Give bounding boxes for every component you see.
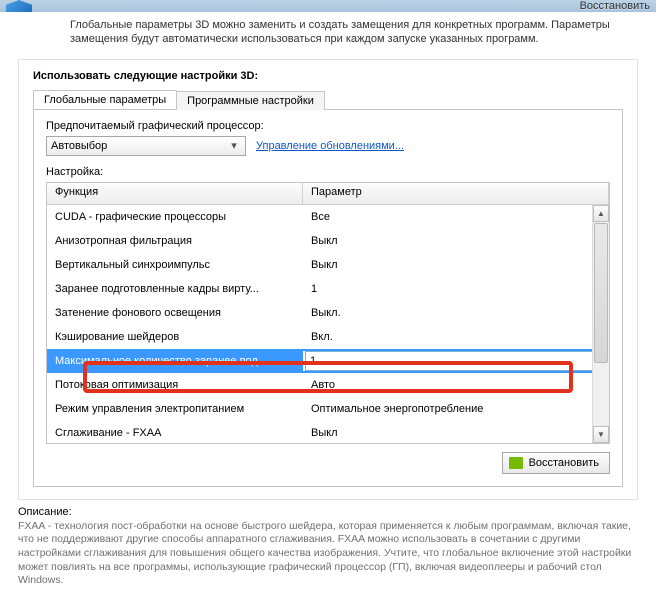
scroll-down-icon[interactable]: ▼: [593, 426, 609, 443]
table-header: Функция Параметр: [47, 183, 609, 205]
manage-updates-link[interactable]: Управление обновлениями...: [256, 140, 404, 152]
restore-button-label: Восстановить: [529, 457, 599, 469]
selected-function: Максимальное количество заранее под...: [47, 352, 303, 370]
table-row[interactable]: Вертикальный синхроимпульсВыкл: [47, 253, 609, 277]
table-body: CUDA - графические процессорыВсе Анизотр…: [47, 205, 609, 443]
table-row[interactable]: Потоковая оптимизацияАвто: [47, 373, 609, 397]
description-section: Описание: FXAA - технология пост-обработ…: [0, 500, 656, 592]
table-scrollbar[interactable]: ▲ ▼: [592, 205, 609, 443]
table-row[interactable]: Анизотропная фильтрацияВыкл: [47, 229, 609, 253]
tab-program[interactable]: Программные настройки: [176, 91, 325, 110]
intro-text: Глобальные параметры 3D можно заменить и…: [0, 12, 656, 55]
table-row[interactable]: CUDA - графические процессорыВсе: [47, 205, 609, 229]
table-row[interactable]: Режим управления электропитаниемОптималь…: [47, 397, 609, 421]
description-title: Описание:: [18, 506, 638, 518]
tabs: Глобальные параметры Программные настрой…: [33, 90, 623, 110]
scroll-up-icon[interactable]: ▲: [593, 205, 609, 222]
preferred-gpu-label: Предпочитаемый графический процессор:: [46, 120, 610, 132]
table-row[interactable]: Кэширование шейдеровВкл.: [47, 325, 609, 349]
selected-value: 1: [310, 355, 316, 367]
scroll-thumb[interactable]: [594, 223, 608, 363]
restore-button[interactable]: Восстановить: [502, 452, 610, 474]
tab-global[interactable]: Глобальные параметры: [33, 90, 177, 109]
tab-content: Предпочитаемый графический процессор: Ав…: [33, 110, 623, 487]
table-row-selected[interactable]: Максимальное количество заранее под... 1…: [47, 349, 609, 373]
col-parameter[interactable]: Параметр: [303, 183, 609, 204]
nvidia-logo-icon: [6, 0, 32, 12]
settings-panel: Использовать следующие настройки 3D: Гло…: [18, 59, 638, 500]
table-row[interactable]: Затенение фонового освещенияВыкл.: [47, 301, 609, 325]
window-header: Восстановить: [0, 0, 656, 12]
restore-header-link[interactable]: Восстановить: [580, 0, 650, 12]
table-row[interactable]: Заранее подготовленные кадры вирту...1: [47, 277, 609, 301]
table-row[interactable]: Сглаживание - FXAAВыкл: [47, 421, 609, 443]
preferred-gpu-select[interactable]: Автовыбор ▾: [46, 136, 246, 156]
nvidia-icon: [509, 457, 523, 469]
panel-title: Использовать следующие настройки 3D:: [33, 70, 623, 82]
description-body: FXAA - технология пост-обработки на осно…: [18, 520, 638, 588]
col-function[interactable]: Функция: [47, 183, 303, 204]
settings-table: Функция Параметр CUDA - графические проц…: [46, 182, 610, 444]
preferred-gpu-value: Автовыбор: [51, 140, 107, 152]
nvidia-control-panel: Восстановить Глобальные параметры 3D мож…: [0, 0, 656, 577]
chevron-down-icon: ▾: [225, 137, 243, 155]
max-prerendered-frames-select[interactable]: 1 ⌄: [305, 351, 607, 371]
settings-label: Настройка:: [46, 166, 610, 178]
